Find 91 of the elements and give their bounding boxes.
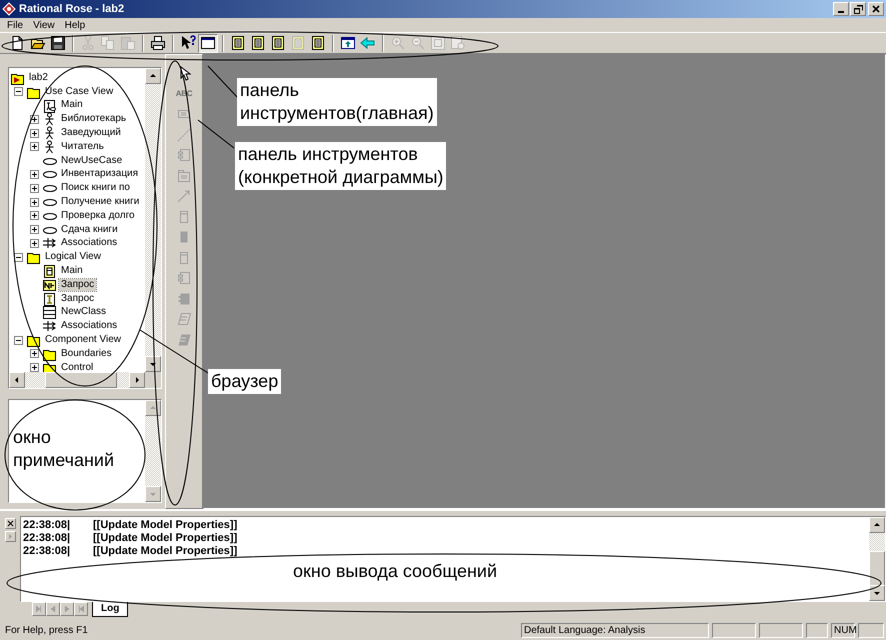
tree-item[interactable]: Запрос — [59, 292, 96, 305]
tree-item[interactable]: NewUseCase — [59, 154, 124, 167]
tree-toggle[interactable] — [30, 238, 38, 248]
class-icon — [42, 292, 57, 306]
window-title: Rational Rose - lab2 — [19, 3, 126, 15]
status-pane — [858, 622, 884, 638]
tree-item[interactable]: Logical View — [43, 251, 103, 264]
arrow-button[interactable] — [4, 531, 16, 542]
tree-toggle[interactable] — [30, 184, 38, 193]
log-tab[interactable]: Log — [92, 602, 128, 618]
status-pane — [759, 622, 803, 638]
tree-item[interactable]: Main — [59, 99, 85, 112]
log-message: [[Update Model Properties]] — [93, 532, 238, 544]
tree-toggle[interactable] — [14, 336, 22, 345]
minimize-button[interactable] — [833, 2, 849, 16]
log-time: 22:38:08| — [23, 532, 72, 544]
status-pane — [712, 622, 756, 638]
printer-icon[interactable] — [148, 34, 168, 52]
tree-toggle[interactable] — [30, 363, 38, 372]
tree-toggle[interactable] — [30, 211, 38, 220]
tree-toggle[interactable] — [30, 198, 38, 207]
menu-item[interactable]: Help — [60, 20, 90, 30]
scrollbar[interactable] — [145, 68, 161, 372]
tree-toggle[interactable] — [14, 87, 22, 96]
scrollbar[interactable] — [869, 517, 885, 601]
tree-item[interactable]: Библиотекарь — [59, 113, 128, 126]
tab-scroll-button[interactable] — [32, 602, 46, 616]
status-text: For Help, press F1 — [4, 624, 89, 638]
window-icon[interactable] — [198, 34, 218, 52]
tree-toggle[interactable] — [30, 349, 38, 358]
annotation-label: панель инструментов(главная) — [237, 78, 437, 126]
folder-icon — [26, 333, 41, 348]
tree-toggle[interactable] — [30, 128, 38, 138]
arrows-icon — [42, 319, 57, 334]
tree-toggle[interactable] — [30, 170, 38, 179]
tab-scroll-button[interactable] — [74, 602, 88, 616]
menu-item[interactable]: File — [2, 20, 28, 30]
tree-item[interactable]: Запрос — [59, 278, 96, 291]
tree-toggle[interactable] — [14, 252, 22, 262]
tree-item[interactable]: Поиск книги по — [59, 182, 132, 194]
tree-item[interactable]: Associations — [59, 320, 120, 332]
tree-item[interactable]: Сдача книги — [59, 224, 120, 236]
status-text: NUM — [831, 622, 855, 638]
leader-line — [198, 120, 234, 148]
close-button[interactable] — [4, 518, 16, 529]
close-icon — [872, 5, 880, 13]
annotation-label: браузер — [208, 369, 282, 394]
class-icon — [42, 305, 57, 320]
restore-icon — [854, 4, 862, 14]
folder-icon — [26, 250, 41, 264]
tree-item[interactable]: lab2 — [27, 72, 50, 84]
annotation-label: окно вывода сообщений — [292, 560, 498, 583]
scrollbar[interactable] — [145, 400, 161, 502]
close-button[interactable] — [868, 2, 884, 16]
leader-line — [140, 330, 208, 374]
tree-item[interactable]: Use Case View — [43, 86, 116, 98]
floppy-disk-icon[interactable] — [48, 34, 68, 52]
annotation-label: панель инструментов (конкретной диаграммы) — [235, 142, 446, 190]
tree-item[interactable]: NewClass — [59, 306, 108, 318]
tree-toggle[interactable] — [30, 142, 38, 152]
tab-scroll-button[interactable] — [46, 602, 60, 616]
log-message: [[Update Model Properties]] — [93, 544, 238, 556]
status-pane — [806, 622, 828, 638]
class-icon — [42, 278, 57, 292]
log-message: [[Update Model Properties]] — [93, 518, 238, 530]
diagram-icon — [42, 264, 57, 278]
rose-logo-icon — [2, 2, 16, 16]
tree-item[interactable]: Main — [59, 265, 85, 278]
scrollbar[interactable] — [9, 372, 161, 388]
annotation-label: окно примечаний — [12, 426, 116, 472]
arrows-icon — [42, 236, 57, 250]
tree-item[interactable]: Component View — [43, 334, 123, 346]
tree-item[interactable]: Читатель — [59, 140, 106, 153]
tree-item[interactable]: Проверка долго — [59, 210, 137, 222]
log-time: 22:38:08| — [23, 544, 72, 556]
log-time: 22:38:08| — [23, 518, 72, 530]
tree-item[interactable]: Boundaries — [59, 348, 114, 360]
leader-line — [208, 66, 238, 98]
tree-item[interactable]: Заведующий — [59, 127, 123, 140]
right-arrow-icon — [6, 533, 14, 540]
close-icon — [6, 520, 14, 527]
menu-item[interactable]: View — [28, 20, 60, 30]
status-text: Default Language: Analysis — [521, 622, 709, 638]
diagram-icon — [42, 98, 57, 112]
tree-toggle[interactable] — [30, 225, 38, 234]
tree-item[interactable]: Получение книги — [59, 196, 142, 208]
tab-scroll-button[interactable] — [60, 602, 74, 616]
tree-item[interactable]: Associations — [59, 237, 120, 250]
restore-button[interactable] — [850, 2, 866, 16]
tree-item[interactable]: Инвентаризация — [59, 168, 140, 180]
tree-item[interactable]: Control — [59, 362, 96, 372]
